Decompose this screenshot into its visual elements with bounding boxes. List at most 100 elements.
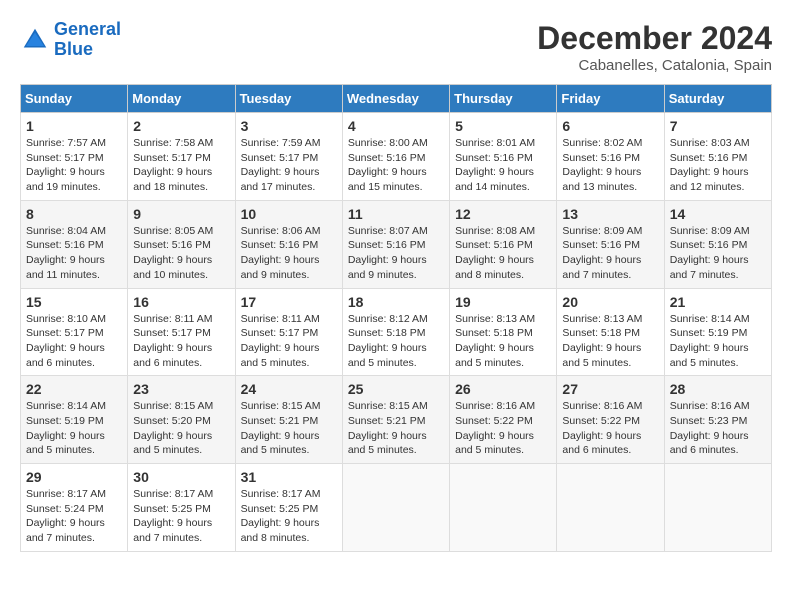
day-number: 2 [133,118,229,134]
calendar-cell: 1 Sunrise: 7:57 AM Sunset: 5:17 PM Dayli… [21,113,128,201]
calendar-cell: 5 Sunrise: 8:01 AM Sunset: 5:16 PM Dayli… [450,113,557,201]
day-info: Sunrise: 8:17 AM Sunset: 5:25 PM Dayligh… [133,487,229,546]
day-info: Sunrise: 7:57 AM Sunset: 5:17 PM Dayligh… [26,136,122,195]
calendar-cell: 18 Sunrise: 8:12 AM Sunset: 5:18 PM Dayl… [342,288,449,376]
header-row: Sunday Monday Tuesday Wednesday Thursday… [21,85,772,113]
calendar-cell: 3 Sunrise: 7:59 AM Sunset: 5:17 PM Dayli… [235,113,342,201]
day-info: Sunrise: 8:15 AM Sunset: 5:21 PM Dayligh… [348,399,444,458]
location-title: Cabanelles, Catalonia, Spain [537,57,772,74]
day-info: Sunrise: 8:03 AM Sunset: 5:16 PM Dayligh… [670,136,766,195]
calendar-row: 1 Sunrise: 7:57 AM Sunset: 5:17 PM Dayli… [21,113,772,201]
day-info: Sunrise: 8:02 AM Sunset: 5:16 PM Dayligh… [562,136,658,195]
day-number: 25 [348,381,444,397]
day-number: 28 [670,381,766,397]
day-number: 17 [241,294,337,310]
calendar-row: 22 Sunrise: 8:14 AM Sunset: 5:19 PM Dayl… [21,376,772,464]
day-number: 21 [670,294,766,310]
logo: General Blue [20,20,121,60]
title-area: December 2024 Cabanelles, Catalonia, Spa… [537,20,772,74]
day-info: Sunrise: 8:11 AM Sunset: 5:17 PM Dayligh… [241,312,337,371]
month-title: December 2024 [537,20,772,57]
day-info: Sunrise: 8:04 AM Sunset: 5:16 PM Dayligh… [26,224,122,283]
calendar-cell: 25 Sunrise: 8:15 AM Sunset: 5:21 PM Dayl… [342,376,449,464]
day-number: 19 [455,294,551,310]
calendar-cell: 27 Sunrise: 8:16 AM Sunset: 5:22 PM Dayl… [557,376,664,464]
day-number: 5 [455,118,551,134]
day-info: Sunrise: 8:09 AM Sunset: 5:16 PM Dayligh… [670,224,766,283]
calendar-cell: 13 Sunrise: 8:09 AM Sunset: 5:16 PM Dayl… [557,200,664,288]
col-monday: Monday [128,85,235,113]
calendar-cell: 31 Sunrise: 8:17 AM Sunset: 5:25 PM Dayl… [235,464,342,552]
calendar-cell: 4 Sunrise: 8:00 AM Sunset: 5:16 PM Dayli… [342,113,449,201]
calendar-cell: 12 Sunrise: 8:08 AM Sunset: 5:16 PM Dayl… [450,200,557,288]
day-info: Sunrise: 8:16 AM Sunset: 5:22 PM Dayligh… [455,399,551,458]
col-tuesday: Tuesday [235,85,342,113]
day-number: 12 [455,206,551,222]
day-info: Sunrise: 8:07 AM Sunset: 5:16 PM Dayligh… [348,224,444,283]
day-number: 8 [26,206,122,222]
day-info: Sunrise: 8:01 AM Sunset: 5:16 PM Dayligh… [455,136,551,195]
day-info: Sunrise: 8:05 AM Sunset: 5:16 PM Dayligh… [133,224,229,283]
day-number: 11 [348,206,444,222]
calendar-cell: 6 Sunrise: 8:02 AM Sunset: 5:16 PM Dayli… [557,113,664,201]
day-info: Sunrise: 8:09 AM Sunset: 5:16 PM Dayligh… [562,224,658,283]
day-info: Sunrise: 8:00 AM Sunset: 5:16 PM Dayligh… [348,136,444,195]
day-number: 27 [562,381,658,397]
calendar-cell [342,464,449,552]
calendar-cell: 20 Sunrise: 8:13 AM Sunset: 5:18 PM Dayl… [557,288,664,376]
day-number: 7 [670,118,766,134]
calendar-cell: 7 Sunrise: 8:03 AM Sunset: 5:16 PM Dayli… [664,113,771,201]
day-number: 1 [26,118,122,134]
day-info: Sunrise: 7:59 AM Sunset: 5:17 PM Dayligh… [241,136,337,195]
calendar-row: 8 Sunrise: 8:04 AM Sunset: 5:16 PM Dayli… [21,200,772,288]
calendar-cell: 28 Sunrise: 8:16 AM Sunset: 5:23 PM Dayl… [664,376,771,464]
day-info: Sunrise: 8:12 AM Sunset: 5:18 PM Dayligh… [348,312,444,371]
logo-text: General Blue [54,20,121,60]
logo-icon [20,25,50,55]
day-number: 10 [241,206,337,222]
day-info: Sunrise: 8:16 AM Sunset: 5:23 PM Dayligh… [670,399,766,458]
calendar-cell: 16 Sunrise: 8:11 AM Sunset: 5:17 PM Dayl… [128,288,235,376]
calendar-cell: 10 Sunrise: 8:06 AM Sunset: 5:16 PM Dayl… [235,200,342,288]
day-number: 4 [348,118,444,134]
day-number: 6 [562,118,658,134]
day-info: Sunrise: 8:15 AM Sunset: 5:21 PM Dayligh… [241,399,337,458]
day-number: 16 [133,294,229,310]
day-number: 23 [133,381,229,397]
calendar-cell [664,464,771,552]
calendar-cell: 11 Sunrise: 8:07 AM Sunset: 5:16 PM Dayl… [342,200,449,288]
calendar-cell [557,464,664,552]
day-info: Sunrise: 7:58 AM Sunset: 5:17 PM Dayligh… [133,136,229,195]
col-saturday: Saturday [664,85,771,113]
calendar-cell: 26 Sunrise: 8:16 AM Sunset: 5:22 PM Dayl… [450,376,557,464]
day-number: 13 [562,206,658,222]
calendar-cell: 19 Sunrise: 8:13 AM Sunset: 5:18 PM Dayl… [450,288,557,376]
col-wednesday: Wednesday [342,85,449,113]
day-number: 31 [241,469,337,485]
day-number: 26 [455,381,551,397]
col-sunday: Sunday [21,85,128,113]
calendar-cell: 2 Sunrise: 7:58 AM Sunset: 5:17 PM Dayli… [128,113,235,201]
calendar-row: 15 Sunrise: 8:10 AM Sunset: 5:17 PM Dayl… [21,288,772,376]
day-number: 20 [562,294,658,310]
day-info: Sunrise: 8:17 AM Sunset: 5:25 PM Dayligh… [241,487,337,546]
day-info: Sunrise: 8:17 AM Sunset: 5:24 PM Dayligh… [26,487,122,546]
day-number: 18 [348,294,444,310]
calendar-cell: 30 Sunrise: 8:17 AM Sunset: 5:25 PM Dayl… [128,464,235,552]
day-number: 22 [26,381,122,397]
calendar-cell: 24 Sunrise: 8:15 AM Sunset: 5:21 PM Dayl… [235,376,342,464]
col-friday: Friday [557,85,664,113]
day-info: Sunrise: 8:15 AM Sunset: 5:20 PM Dayligh… [133,399,229,458]
day-info: Sunrise: 8:08 AM Sunset: 5:16 PM Dayligh… [455,224,551,283]
day-number: 29 [26,469,122,485]
day-info: Sunrise: 8:13 AM Sunset: 5:18 PM Dayligh… [562,312,658,371]
day-number: 14 [670,206,766,222]
calendar-cell: 8 Sunrise: 8:04 AM Sunset: 5:16 PM Dayli… [21,200,128,288]
day-info: Sunrise: 8:13 AM Sunset: 5:18 PM Dayligh… [455,312,551,371]
calendar-cell: 22 Sunrise: 8:14 AM Sunset: 5:19 PM Dayl… [21,376,128,464]
day-info: Sunrise: 8:06 AM Sunset: 5:16 PM Dayligh… [241,224,337,283]
calendar-cell: 21 Sunrise: 8:14 AM Sunset: 5:19 PM Dayl… [664,288,771,376]
day-number: 30 [133,469,229,485]
calendar-cell: 9 Sunrise: 8:05 AM Sunset: 5:16 PM Dayli… [128,200,235,288]
day-number: 24 [241,381,337,397]
